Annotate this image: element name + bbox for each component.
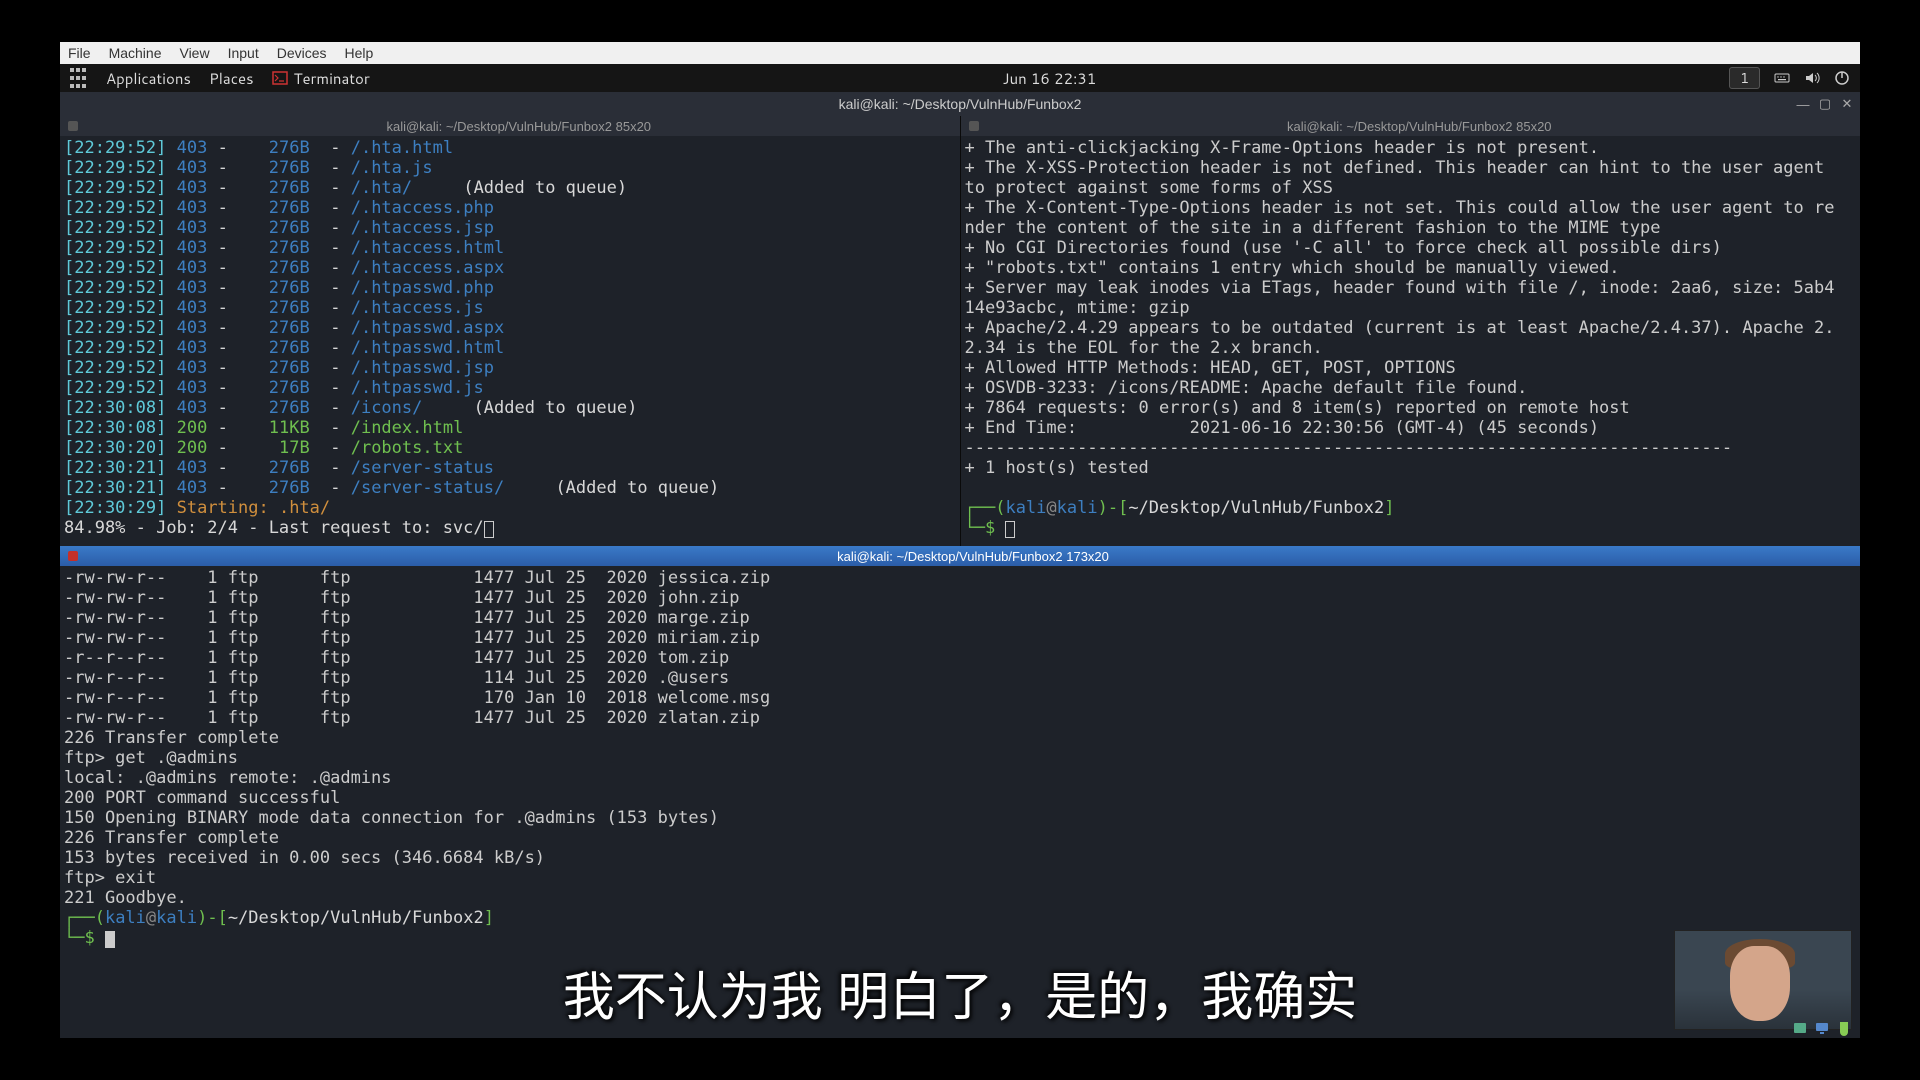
vbox-display-icon [1814,1020,1830,1036]
webcam-overlay [1674,930,1852,1030]
keyboard-icon[interactable] [1774,70,1790,86]
pane-header-right[interactable]: kali@kali: ~/Desktop/VulnHub/Funbox2 85x… [961,116,1861,136]
dirsearch-output: [22:29:52] 403 - 276B - /.hta.html [22:2… [60,136,960,546]
vbox-status-bar [1792,1020,1852,1036]
vbox-menu-file[interactable]: File [68,45,91,61]
window-titlebar[interactable]: kali@kali: ~/Desktop/VulnHub/Funbox2 — ▢… [60,92,1860,116]
pane-header-bottom[interactable]: kali@kali: ~/Desktop/VulnHub/Funbox2 173… [60,546,1860,566]
vbox-menu-input[interactable]: Input [228,45,259,61]
video-subtitle: 我不认为我 明白了，是的，我确实 [563,955,1357,1030]
vbox-menu-devices[interactable]: Devices [277,45,327,61]
vbox-disk-icon [1792,1020,1808,1036]
letterbox-top [0,0,1920,42]
window-title: kali@kali: ~/Desktop/VulnHub/Funbox2 [839,96,1082,112]
close-button[interactable]: ✕ [1840,97,1854,111]
nikto-output: + The anti-clickjacking X-Frame-Options … [961,136,1861,546]
vbox-menu-help[interactable]: Help [345,45,374,61]
terminator-window: kali@kali: ~/Desktop/VulnHub/Funbox2 — ▢… [60,92,1860,1038]
focused-app[interactable]: Terminator [272,68,370,89]
focused-app-name: Terminator [294,68,370,89]
vbox-menu-view[interactable]: View [179,45,209,61]
pane-header-left[interactable]: kali@kali: ~/Desktop/VulnHub/Funbox2 85x… [60,116,960,136]
pane-title-bottom: kali@kali: ~/Desktop/VulnHub/Funbox2 173… [86,549,1860,564]
volume-icon[interactable] [1804,70,1820,86]
pane-title-left: kali@kali: ~/Desktop/VulnHub/Funbox2 85x… [86,119,952,134]
gnome-top-bar: Applications Places Terminator Jun 16 22… [60,64,1860,92]
power-icon[interactable] [1834,70,1850,86]
vbox-menubar: File Machine View Input Devices Help [60,42,1860,64]
terminal-pane-top-right[interactable]: kali@kali: ~/Desktop/VulnHub/Funbox2 85x… [961,116,1861,546]
vbox-menu-machine[interactable]: Machine [109,45,162,61]
vbox-mouse-icon [1836,1020,1852,1036]
pane-indicator-icon [68,551,78,561]
activities-icon[interactable] [70,68,88,88]
places-menu[interactable]: Places [209,68,254,89]
workspace-indicator[interactable]: 1 [1729,67,1760,89]
applications-menu[interactable]: Applications [106,68,191,89]
pane-indicator-icon [68,121,78,131]
maximize-button[interactable]: ▢ [1818,97,1832,111]
minimize-button[interactable]: — [1796,97,1810,111]
pane-indicator-icon [969,121,979,131]
pane-title-right: kali@kali: ~/Desktop/VulnHub/Funbox2 85x… [987,119,1853,134]
clock[interactable]: Jun 16 22:31 [1003,68,1097,89]
terminal-pane-top-left[interactable]: kali@kali: ~/Desktop/VulnHub/Funbox2 85x… [60,116,961,546]
terminator-icon [272,70,288,86]
vm-frame: File Machine View Input Devices Help App… [60,42,1860,1038]
